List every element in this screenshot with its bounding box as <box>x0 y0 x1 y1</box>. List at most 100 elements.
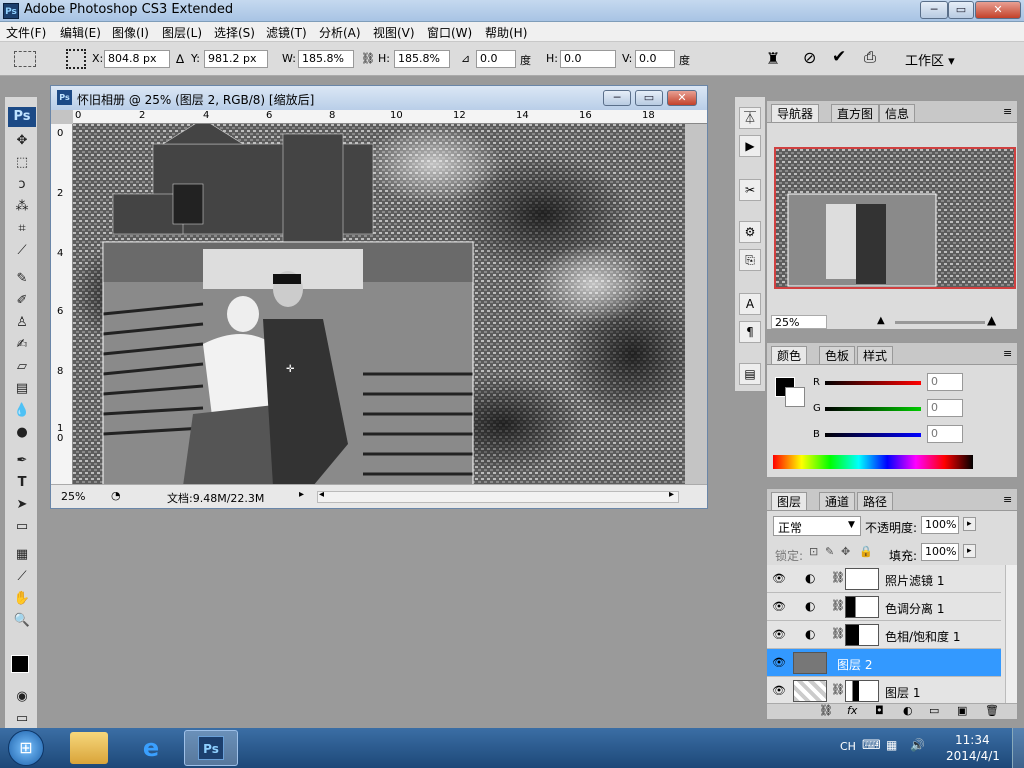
foreground-color-swatch[interactable] <box>11 655 29 673</box>
commit-transform-icon[interactable]: ✔ <box>832 47 846 67</box>
link-layers-icon[interactable]: ⛓ <box>819 704 833 717</box>
vskew-field[interactable]: 0.0 <box>635 50 675 68</box>
green-value[interactable]: 0 <box>927 399 963 417</box>
chain-icon[interactable]: ⛓ <box>831 627 845 640</box>
status-arrow-icon[interactable]: ▸ <box>299 489 304 500</box>
menu-window[interactable]: 窗口(W) <box>427 24 472 41</box>
lock-transparency-icon[interactable]: ⊡ <box>809 545 818 558</box>
menu-view[interactable]: 视图(V) <box>373 24 415 41</box>
clone-source-icon[interactable]: ⎘ <box>739 249 761 271</box>
close-button[interactable]: ✕ <box>975 1 1021 19</box>
reference-point-icon[interactable] <box>66 49 86 69</box>
network-icon[interactable]: ▦ <box>886 738 897 752</box>
screen-mode-icon[interactable]: ▭ <box>11 709 33 729</box>
eye-icon[interactable]: 👁 <box>772 600 786 614</box>
zoom-out-icon[interactable]: ▲ <box>877 315 885 326</box>
menu-image[interactable]: 图像(I) <box>112 24 149 41</box>
menu-edit[interactable]: 编辑(E) <box>60 24 101 41</box>
clock-time[interactable]: 11:34 <box>955 733 990 747</box>
new-layer-icon[interactable]: ▣ <box>957 704 967 717</box>
ie-taskbar-icon[interactable]: e <box>132 732 170 764</box>
shape-tool-icon[interactable]: ▭ <box>11 517 33 537</box>
gradient-tool-icon[interactable]: ▤ <box>11 379 33 399</box>
tab-info[interactable]: 信息 <box>879 104 916 122</box>
tab-layers[interactable]: 图层 <box>771 492 808 510</box>
minimize-button[interactable]: ─ <box>920 1 948 19</box>
new-group-icon[interactable]: ▭ <box>929 704 939 717</box>
new-adjustment-icon[interactable]: ◐ <box>903 704 913 717</box>
panel-menu-icon[interactable]: ≡ <box>1003 347 1012 360</box>
chain-icon[interactable]: ⛓ <box>831 683 845 696</box>
link-icon[interactable]: ⛓ <box>361 52 375 65</box>
eye-icon[interactable]: 👁 <box>772 684 786 698</box>
lock-all-icon[interactable]: 🔒 <box>859 545 873 558</box>
chain-icon[interactable]: ⛓ <box>831 599 845 612</box>
brushes-panel-icon[interactable]: ⚙ <box>739 221 761 243</box>
opacity-field[interactable]: 100% <box>921 516 959 534</box>
start-button[interactable]: ⊞ <box>8 730 44 766</box>
type-tool-icon[interactable]: T <box>11 473 33 493</box>
layer-row-posterize[interactable]: 👁 ◐ ⛓ 色调分离 1 <box>767 593 1001 621</box>
h-field[interactable]: 185.8% <box>394 50 450 68</box>
navigator-zoom[interactable]: 25% <box>771 315 827 329</box>
eye-icon[interactable]: 👁 <box>772 572 786 586</box>
tab-color[interactable]: 颜色 <box>771 346 808 364</box>
layer-mask-thumb[interactable] <box>845 680 879 702</box>
maximize-button[interactable]: ▭ <box>948 1 974 19</box>
eye-icon[interactable]: 👁 <box>772 656 786 670</box>
angle-field[interactable]: 0.0 <box>476 50 516 68</box>
slice-tool-icon[interactable]: ⟋ <box>11 241 33 261</box>
tool-presets-icon[interactable]: ✂ <box>739 179 761 201</box>
character-panel-icon[interactable]: A <box>739 293 761 315</box>
lock-position-icon[interactable]: ✥ <box>841 545 850 558</box>
scroll-left-icon[interactable]: ◂ <box>319 489 324 500</box>
zoom-slider[interactable] <box>895 321 985 324</box>
keyboard-icon[interactable]: ⌨ <box>862 738 881 753</box>
doc-maximize-button[interactable]: ▭ <box>635 90 663 106</box>
opacity-arrow-icon[interactable]: ▸ <box>963 517 976 531</box>
navigator-preview[interactable] <box>774 147 1016 289</box>
doc-minimize-button[interactable]: ─ <box>603 90 631 106</box>
y-field[interactable]: 981.2 px <box>204 50 268 68</box>
zoom-in-icon[interactable]: ▲ <box>987 313 996 327</box>
doc-close-button[interactable]: ✕ <box>667 90 697 106</box>
eraser-tool-icon[interactable]: ▱ <box>11 357 33 377</box>
magic-wand-icon[interactable]: ⁂ <box>11 197 33 217</box>
menu-select[interactable]: 选择(S) <box>214 24 255 41</box>
x-field[interactable]: 804.8 px <box>104 50 170 68</box>
layer-row-layer-1[interactable]: 👁 ⛓ 图层 1 <box>767 677 1001 705</box>
notes-tool-icon[interactable]: ▦ <box>11 545 33 565</box>
scroll-right-icon[interactable]: ▸ <box>669 489 674 500</box>
show-desktop-button[interactable] <box>1012 728 1024 768</box>
layer-thumb[interactable] <box>793 680 827 702</box>
lock-pixels-icon[interactable]: ✎ <box>825 545 834 558</box>
input-language[interactable]: CH <box>840 740 856 753</box>
hskew-field[interactable]: 0.0 <box>560 50 616 68</box>
menu-layer[interactable]: 图层(L) <box>162 24 202 41</box>
blend-mode-select[interactable]: 正常 ▼ <box>773 516 861 536</box>
fx-icon[interactable]: fx <box>847 704 857 717</box>
menu-filter[interactable]: 滤镜(T) <box>266 24 307 41</box>
menu-analysis[interactable]: 分析(A) <box>319 24 361 41</box>
layer-mask-thumb[interactable] <box>845 624 879 646</box>
clone-stamp-icon[interactable]: ♙ <box>11 313 33 333</box>
tab-channels[interactable]: 通道 <box>819 492 856 510</box>
paragraph-panel-icon[interactable]: ¶ <box>739 321 761 343</box>
layer-row-hue-saturation[interactable]: 👁 ◐ ⛓ 色相/饱和度 1 <box>767 621 1001 649</box>
panel-menu-icon[interactable]: ≡ <box>1003 493 1012 506</box>
layer-mask-thumb[interactable] <box>845 596 879 618</box>
panel-menu-icon[interactable]: ≡ <box>1003 105 1012 118</box>
move-tool-icon[interactable]: ✥ <box>11 131 33 151</box>
layer-thumb[interactable] <box>793 652 827 674</box>
dodge-tool-icon[interactable]: ● <box>11 423 33 443</box>
tab-styles[interactable]: 样式 <box>857 346 894 364</box>
layer-mask-thumb[interactable] <box>845 568 879 590</box>
color-spectrum-bar[interactable] <box>773 455 973 469</box>
fill-arrow-icon[interactable]: ▸ <box>963 544 976 558</box>
horizontal-scrollbar[interactable] <box>317 491 679 503</box>
tab-swatches[interactable]: 色板 <box>819 346 856 364</box>
status-menu-icon[interactable]: ◔ <box>111 489 121 502</box>
tab-paths[interactable]: 路径 <box>857 492 894 510</box>
red-value[interactable]: 0 <box>927 373 963 391</box>
brush-tool-icon[interactable]: ✐ <box>11 291 33 311</box>
